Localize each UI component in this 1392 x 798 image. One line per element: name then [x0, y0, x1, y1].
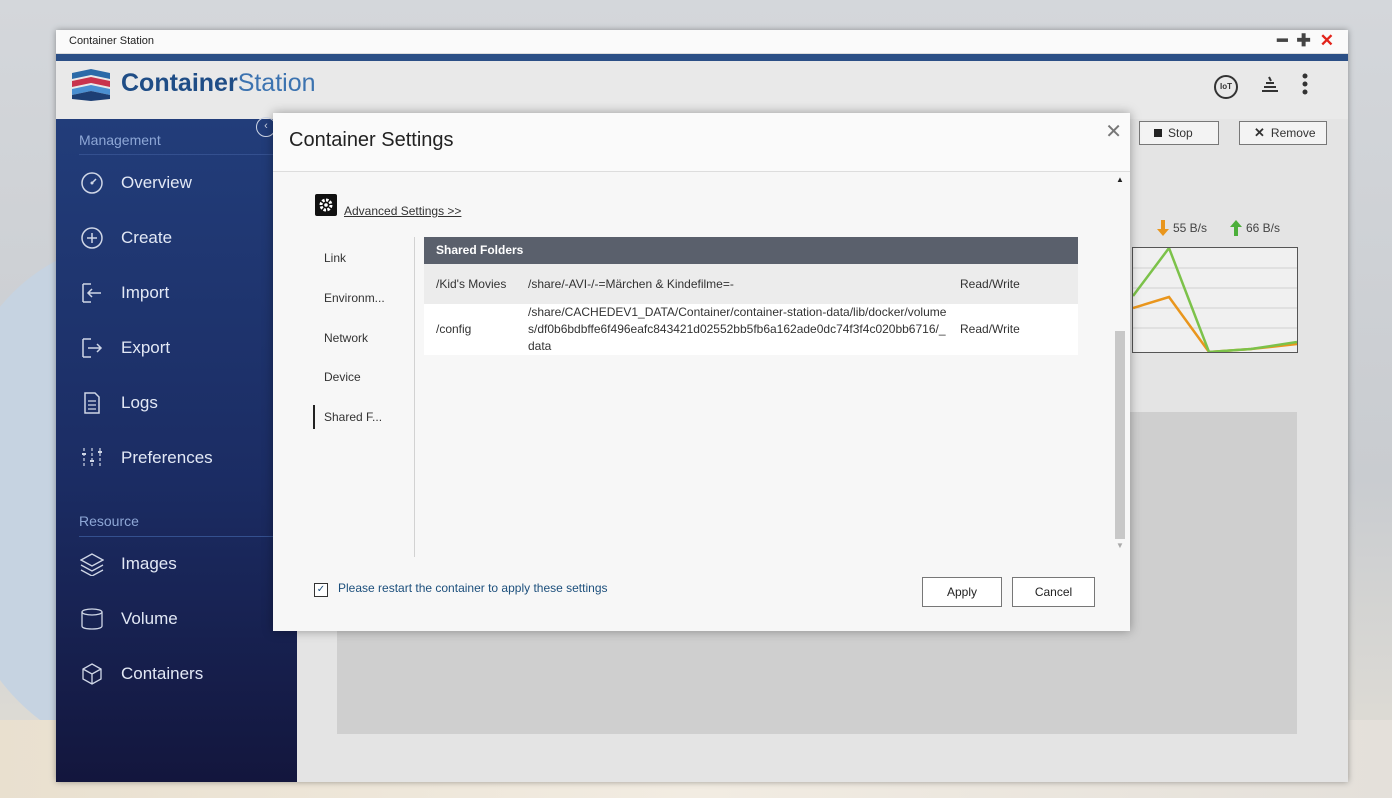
- apply-button[interactable]: Apply: [922, 577, 1002, 607]
- section-label-resource: Resource: [79, 513, 139, 529]
- sidebar-item-export[interactable]: Export: [56, 324, 297, 372]
- document-icon: [80, 391, 104, 415]
- restart-label: Please restart the container to apply th…: [338, 581, 608, 595]
- sidebar-item-label: Create: [121, 228, 173, 247]
- stack-icon[interactable]: [1260, 74, 1280, 99]
- arrow-up-icon: [1230, 220, 1242, 236]
- table-header: Shared Folders: [424, 237, 1078, 264]
- close-icon: ✕: [1254, 125, 1265, 140]
- more-icon[interactable]: [1302, 73, 1308, 100]
- close-icon[interactable]: ✕: [1105, 119, 1122, 144]
- path-cell: /share/-AVI-/-=Märchen & Kindefilme=-: [528, 277, 734, 291]
- download-series-line: [1133, 295, 1297, 352]
- accent-strip: [56, 54, 1348, 61]
- close-window-button[interactable]: ✕: [1320, 31, 1334, 51]
- tab-device[interactable]: Device: [313, 365, 413, 389]
- app-header: ContainerStation IoT: [56, 61, 1348, 119]
- container-station-logo: [72, 69, 110, 101]
- sidebar-item-preferences[interactable]: Preferences: [56, 434, 297, 482]
- cylinder-icon: [80, 607, 104, 631]
- brand-light: Station: [237, 69, 316, 97]
- iot-icon[interactable]: IoT: [1214, 74, 1238, 99]
- import-icon: [80, 281, 104, 305]
- upload-rate-value: 66 B/s: [1246, 221, 1281, 235]
- sidebar-item-label: Images: [121, 554, 177, 573]
- sidebar-item-containers[interactable]: Containers: [56, 650, 297, 698]
- cancel-button[interactable]: Cancel: [1012, 577, 1095, 607]
- section-label-management: Management: [79, 132, 161, 148]
- layers-icon: [80, 552, 104, 576]
- cube-icon: [80, 662, 104, 686]
- folder-cell: /config: [436, 322, 472, 336]
- sidebar-item-images[interactable]: Images: [56, 540, 297, 588]
- restart-checkbox[interactable]: ✓: [314, 583, 328, 597]
- brand-bold: Container: [121, 69, 238, 97]
- tab-shared-folders[interactable]: Shared F...: [313, 405, 413, 429]
- sidebar-item-label: Volume: [121, 609, 178, 628]
- arrow-down-icon: [1157, 220, 1169, 236]
- minimize-button[interactable]: ━: [1277, 31, 1287, 51]
- mode-cell: Read/Write: [960, 322, 1020, 336]
- dialog-title: Container Settings: [289, 129, 454, 151]
- mode-cell: Read/Write: [960, 277, 1020, 291]
- scroll-down-icon[interactable]: ▼: [1116, 541, 1124, 550]
- sidebar-item-volume[interactable]: Volume: [56, 595, 297, 643]
- sidebar-item-label: Overview: [121, 173, 192, 192]
- container-settings-dialog: Container Settings ✕ Advanced Settings >…: [273, 113, 1130, 631]
- brand-title: ContainerStation: [121, 69, 316, 98]
- tab-link[interactable]: Link: [313, 246, 413, 270]
- sidebar-item-label: Preferences: [121, 448, 213, 467]
- dialog-header: Container Settings ✕: [273, 113, 1130, 172]
- divider: [79, 536, 297, 537]
- gear-icon[interactable]: [315, 194, 337, 216]
- dialog-scrollbar[interactable]: ▲ ▼: [1113, 173, 1127, 555]
- window-controls: ━ ✚ ✕: [1277, 31, 1334, 51]
- remove-button[interactable]: ✕ Remove: [1239, 121, 1327, 145]
- maximize-button[interactable]: ✚: [1297, 31, 1311, 51]
- folder-cell: /Kid's Movies: [436, 277, 507, 291]
- advanced-settings-link[interactable]: Advanced Settings >>: [344, 204, 461, 218]
- stop-label: Stop: [1168, 126, 1193, 140]
- sliders-icon: [80, 446, 104, 470]
- checkmark-icon: ✓: [316, 584, 326, 595]
- table-row[interactable]: /config /share/CACHEDEV1_DATA/Container/…: [424, 304, 1078, 355]
- network-traffic-chart: [1132, 247, 1298, 353]
- download-rate: 55 B/s: [1157, 220, 1207, 236]
- sidebar-item-label: Export: [121, 338, 171, 357]
- remove-label: Remove: [1270, 126, 1316, 140]
- tab-environment[interactable]: Environm...: [313, 286, 413, 310]
- window-title: Container Station: [69, 35, 154, 47]
- upload-rate: 66 B/s: [1230, 220, 1280, 236]
- speedometer-icon: [80, 171, 104, 195]
- stop-button[interactable]: Stop: [1139, 121, 1219, 145]
- export-icon: [80, 336, 104, 360]
- sidebar-item-overview[interactable]: Overview: [56, 159, 297, 207]
- download-rate-value: 55 B/s: [1173, 221, 1208, 235]
- plus-circle-icon: [80, 226, 104, 250]
- sidebar-item-logs[interactable]: Logs: [56, 379, 297, 427]
- path-cell: /share/CACHEDEV1_DATA/Container/containe…: [528, 305, 947, 353]
- sidebar-item-label: Import: [121, 283, 170, 302]
- title-bar: Container Station ━ ✚ ✕: [56, 30, 1348, 54]
- sidebar-item-label: Logs: [121, 393, 158, 412]
- shared-folders-table: Shared Folders /Kid's Movies /share/-AVI…: [424, 237, 1078, 355]
- table-row[interactable]: /Kid's Movies /share/-AVI-/-=Märchen & K…: [424, 264, 1078, 304]
- divider: [79, 154, 297, 155]
- sidebar-item-import[interactable]: Import: [56, 269, 297, 317]
- tab-network[interactable]: Network: [313, 326, 413, 350]
- sidebar-item-label: Containers: [121, 664, 204, 683]
- sidebar-item-create[interactable]: Create: [56, 214, 297, 262]
- sidebar: Management ‹ Overview Create Import Expo…: [56, 117, 297, 782]
- scroll-up-icon[interactable]: ▲: [1116, 175, 1124, 184]
- stop-icon: [1154, 129, 1162, 137]
- scrollbar-thumb[interactable]: [1115, 331, 1125, 539]
- header-icons: IoT: [1214, 73, 1308, 100]
- settings-tabs: Link Environm... Network Device Shared F…: [313, 237, 415, 557]
